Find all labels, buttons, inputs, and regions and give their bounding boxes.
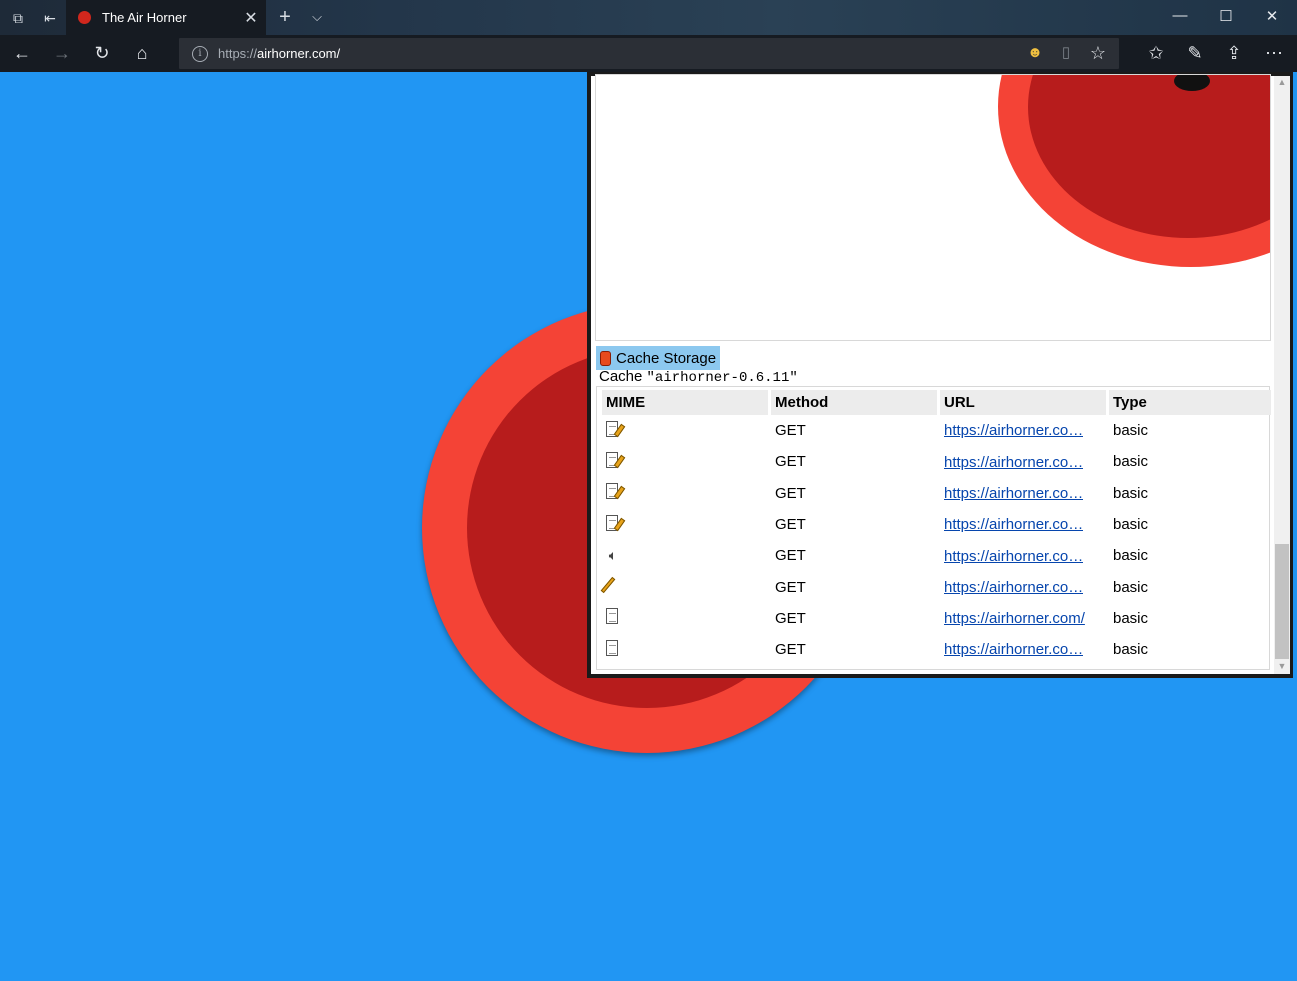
back-icon[interactable]: ← xyxy=(11,42,33,64)
tab-close-icon[interactable]: ✕ xyxy=(242,8,260,28)
resource-preview xyxy=(595,74,1271,341)
info-icon[interactable]: i xyxy=(192,46,208,62)
row-url-link[interactable]: https://airhorner.co… xyxy=(944,548,1083,565)
tab-title[interactable]: The Air Horner xyxy=(102,10,187,25)
table-row[interactable]: GET https://airhorner.co… basic xyxy=(600,571,1271,602)
cache-storage-heading[interactable]: Cache Storage xyxy=(596,346,721,370)
cache-storage-label: Cache Storage xyxy=(616,349,717,367)
table-row[interactable]: GET https://airhorner.co… basic xyxy=(602,509,1271,540)
row-method: GET xyxy=(775,578,806,596)
table-row[interactable]: GET https://airhorner.co… basic xyxy=(602,478,1271,509)
edit-document-icon xyxy=(606,483,618,500)
row-type: basic xyxy=(1113,422,1149,440)
table-row[interactable]: GET https://airhorner.co… basic xyxy=(602,634,1271,665)
home-icon[interactable]: ⌂ xyxy=(131,42,153,64)
row-type: basic xyxy=(1113,516,1149,534)
row-method: GET xyxy=(775,609,806,627)
row-type: basic xyxy=(1113,484,1149,502)
cache-storage-icon xyxy=(600,350,611,366)
pencil-icon xyxy=(600,576,616,594)
favorite-star-icon[interactable]: ☆ xyxy=(1087,42,1109,64)
row-url-link[interactable]: https://airhorner.co… xyxy=(944,516,1083,533)
audio-icon: 🔈︎ xyxy=(608,547,618,564)
table-row[interactable]: GET https://airhorner.com/ basic xyxy=(602,603,1271,634)
edit-document-icon xyxy=(606,451,618,468)
edit-document-icon xyxy=(606,420,618,437)
table-row[interactable]: GET https://airhorner.co… basic xyxy=(602,415,1271,446)
column-header-mime[interactable]: MIME xyxy=(602,390,768,415)
row-url-link[interactable]: https://airhorner.co… xyxy=(944,454,1083,471)
chevron-down-icon[interactable]: ⌵ xyxy=(308,9,326,25)
maximize-icon[interactable]: ☐ xyxy=(1206,7,1246,25)
new-tab-icon[interactable]: + xyxy=(276,6,294,29)
row-method: GET xyxy=(775,422,806,440)
column-header-type[interactable]: Type xyxy=(1109,390,1271,415)
site-favicon-icon xyxy=(78,11,91,24)
address-url[interactable]: https://airhorner.com/ xyxy=(218,46,340,61)
favorites-hub-icon[interactable]: ✩ xyxy=(1145,42,1167,64)
row-url-link[interactable]: https://airhorner.co… xyxy=(944,579,1083,596)
row-method: GET xyxy=(775,516,806,534)
row-url-link[interactable]: https://airhorner.com/ xyxy=(944,610,1085,627)
refresh-icon[interactable]: ↻ xyxy=(91,42,113,64)
row-method: GET xyxy=(775,547,806,565)
column-header-url[interactable]: URL xyxy=(940,390,1106,415)
document-icon xyxy=(606,608,618,625)
row-method: GET xyxy=(775,484,806,502)
table-row[interactable]: GET https://airhorner.co… basic xyxy=(602,446,1271,477)
cache-name: Cache "airhorner-0.6.11" xyxy=(599,368,798,386)
minimize-icon[interactable]: — xyxy=(1160,7,1200,24)
scroll-down-icon[interactable]: ▼ xyxy=(1274,661,1290,671)
table-header-row: MIME Method URL Type xyxy=(602,390,1271,415)
row-type: basic xyxy=(1113,547,1149,565)
row-method: GET xyxy=(775,453,806,471)
row-type: basic xyxy=(1113,609,1149,627)
document-icon xyxy=(606,639,618,656)
user-icon[interactable]: ☻ xyxy=(1024,42,1046,64)
row-type: basic xyxy=(1113,453,1149,471)
share-icon[interactable]: ⇪ xyxy=(1223,42,1245,64)
set-tabs-aside-icon[interactable]: ⇤ xyxy=(41,9,59,27)
row-url-link[interactable]: https://airhorner.co… xyxy=(944,422,1083,439)
row-url-link[interactable]: https://airhorner.co… xyxy=(944,485,1083,502)
column-header-method[interactable]: Method xyxy=(771,390,937,415)
reading-view-icon[interactable]: ▯ xyxy=(1055,42,1077,64)
row-type: basic xyxy=(1113,641,1149,659)
table-row[interactable]: 🔈︎ GET https://airhorner.co… basic xyxy=(602,540,1271,571)
forward-icon[interactable]: → xyxy=(51,42,73,64)
scrollbar-thumb[interactable] xyxy=(1275,544,1289,659)
row-method: GET xyxy=(775,641,806,659)
more-icon[interactable]: ⋯ xyxy=(1263,42,1285,64)
edit-document-icon xyxy=(606,514,618,531)
cache-entries-table: MIME Method URL Type GET https://airhorn… xyxy=(599,390,1274,665)
window-close-icon[interactable]: ✕ xyxy=(1252,7,1292,25)
scroll-up-icon[interactable]: ▲ xyxy=(1274,77,1290,87)
pen-icon[interactable]: ✎ xyxy=(1184,42,1206,64)
tab-actions-icon[interactable]: ⧉ xyxy=(9,9,27,27)
row-url-link[interactable]: https://airhorner.co… xyxy=(944,641,1083,658)
row-type: basic xyxy=(1113,578,1149,596)
